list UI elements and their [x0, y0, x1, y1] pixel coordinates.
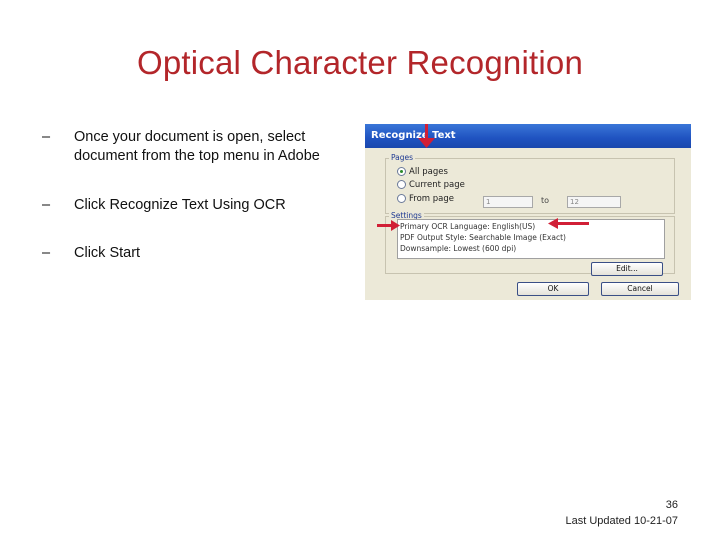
- radio-selected-icon: [397, 167, 406, 176]
- red-arrow-down-icon: [418, 138, 435, 148]
- bullet-dash: –: [42, 245, 51, 261]
- cancel-button[interactable]: Cancel: [601, 282, 679, 296]
- red-arrow-right-icon: [391, 220, 400, 231]
- dialog-titlebar: Recognize Text: [365, 124, 691, 148]
- edit-button[interactable]: Edit...: [591, 262, 663, 276]
- radio-current-page[interactable]: Current page: [397, 180, 465, 190]
- radio-from-page[interactable]: From page: [397, 194, 454, 204]
- dialog-title: Recognize Text: [371, 130, 456, 141]
- settings-list: Primary OCR Language: English(US) PDF Ou…: [397, 219, 665, 259]
- last-updated: Last Updated 10-21-07: [565, 515, 678, 527]
- radio-all-pages[interactable]: All pages: [397, 167, 448, 177]
- to-page-field[interactable]: 12: [567, 196, 621, 208]
- radio-label: Current page: [409, 180, 465, 190]
- settings-line: Downsample: Lowest (600 dpi): [400, 244, 517, 253]
- bullet-dash: –: [42, 197, 51, 213]
- bullet-item: – Click Start: [42, 244, 362, 263]
- red-arrow-left-shaft: [557, 222, 589, 225]
- ok-button[interactable]: OK: [517, 282, 589, 296]
- slide-number: 36: [665, 499, 678, 511]
- bullet-text: Once your document is open, select docum…: [74, 129, 320, 164]
- pages-group-label: Pages: [389, 153, 416, 162]
- bullet-text: Click Start: [74, 245, 141, 261]
- from-page-field[interactable]: 1: [483, 196, 533, 208]
- radio-label: From page: [409, 194, 454, 204]
- bullet-text: Click Recognize Text Using OCR: [74, 197, 286, 213]
- bullet-dash: –: [42, 129, 51, 145]
- settings-line: Primary OCR Language: English(US): [400, 222, 536, 231]
- to-label: to: [541, 196, 550, 205]
- recognize-text-dialog-screenshot: Recognize Text Pages All pages Current p…: [365, 124, 691, 300]
- radio-icon: [397, 194, 406, 203]
- bullet-item: – Click Recognize Text Using OCR: [42, 196, 362, 215]
- red-arrow-left-icon: [548, 218, 558, 229]
- radio-label: All pages: [409, 167, 448, 177]
- settings-line: PDF Output Style: Searchable Image (Exac…: [400, 233, 566, 242]
- radio-icon: [397, 180, 406, 189]
- slide-title: Optical Character Recognition: [136, 44, 583, 81]
- bullet-item: – Once your document is open, select doc…: [42, 128, 362, 166]
